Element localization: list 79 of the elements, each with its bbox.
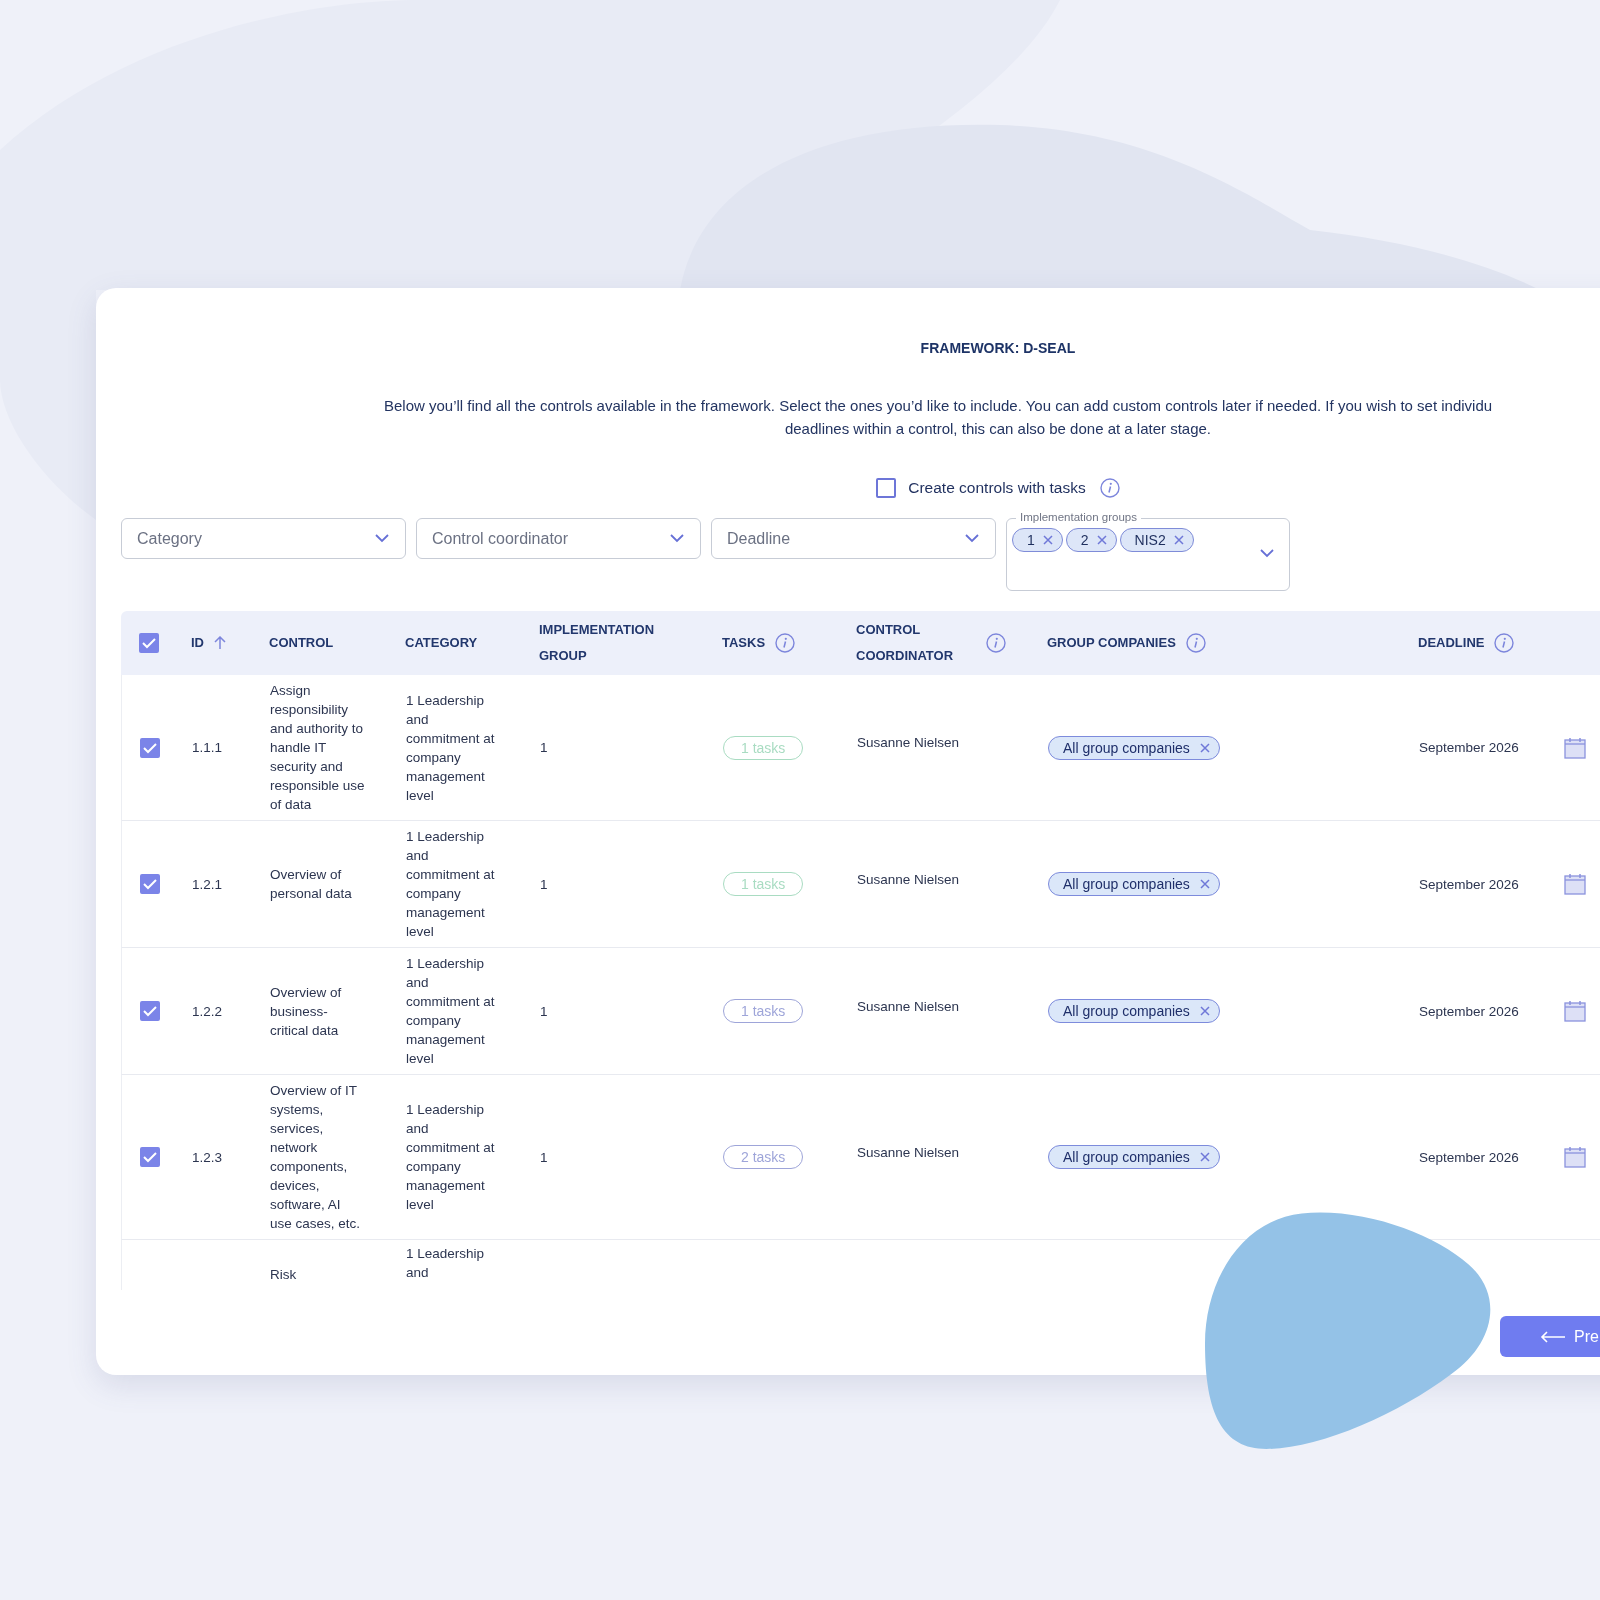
dropdown-field[interactable]: Deadline: [711, 518, 996, 559]
column-header[interactable]: TASKS: [722, 630, 766, 656]
field-label: Implementation groups: [1016, 510, 1141, 524]
table-cell-text: 1 Leadership and commitment at company management level: [406, 691, 496, 805]
table-cell-text: 1 Leadership and commitment at company management level: [406, 1101, 496, 1214]
calendar-icon[interactable]: [1564, 1146, 1586, 1168]
table-cell-text: 1 Leadership and: [406, 1245, 486, 1282]
table-cell-text: Susanne Nielsen: [857, 1143, 960, 1162]
filter-chip[interactable]: NIS2: [1119, 528, 1194, 552]
checkbox-label: Create controls with tasks: [908, 479, 1086, 497]
checkbox[interactable]: [140, 1001, 160, 1021]
calendar-icon[interactable]: [1564, 1000, 1586, 1022]
table-cell-text: September 2026: [1419, 875, 1519, 894]
previous-button[interactable]: Pre: [1500, 1316, 1600, 1357]
close-icon[interactable]: [1042, 535, 1053, 545]
column-header[interactable]: DEADLINE: [1418, 630, 1485, 656]
checkbox[interactable]: [140, 1147, 160, 1167]
column-header[interactable]: CONTROL COORDINATOR: [856, 617, 976, 669]
table-cell-text: 1: [540, 1002, 548, 1021]
table-cell-text: Susanne Nielsen: [857, 734, 960, 752]
info-icon[interactable]: [1494, 633, 1515, 653]
multiselect-field[interactable]: Implementation groups 1 2 NIS2: [1006, 509, 1290, 591]
table-cell-text: Susanne Nielsen: [857, 870, 960, 889]
chevron-down-icon: [965, 534, 979, 543]
description-text: deadlines within a control, this can also be done at a later stage.: [784, 419, 1212, 439]
dropdown-field[interactable]: Control coordinator: [416, 518, 701, 559]
table-cell-text: 1.2.2: [192, 1002, 223, 1021]
table-cell-text: Susanne Nielsen: [857, 997, 960, 1016]
table-cell-text: September 2026: [1419, 1148, 1519, 1167]
table-cell-text: 1 Leadership and commitment at company management level: [406, 828, 496, 941]
calendar-icon[interactable]: [1564, 736, 1586, 759]
close-icon[interactable]: [1199, 879, 1210, 889]
table-cell-text: Overview of personal data: [270, 866, 353, 903]
description-text: Below you’ll find all the controls available in the framework. Select the ones you’d like to include. You can add custom controls later if needed. If you wish to set individu: [384, 396, 1493, 416]
checkbox[interactable]: [139, 633, 159, 653]
table-cell-text: 1 Leadership and commitment at company management level: [406, 955, 496, 1068]
table-cell-text: 1: [540, 875, 548, 894]
column-header[interactable]: CONTROL: [269, 630, 334, 656]
column-header[interactable]: CATEGORY: [405, 630, 478, 656]
column-header[interactable]: IMPLEMENTATION GROUP: [539, 617, 659, 669]
table-cell-text: Overview of IT systems, services, network components, devices, software, AI use cases, etc.: [270, 1082, 362, 1233]
checkbox[interactable]: [140, 737, 160, 758]
checkbox[interactable]: [876, 478, 897, 498]
column-header[interactable]: ID: [191, 630, 204, 656]
close-icon[interactable]: [1173, 535, 1184, 545]
table-cell-text: Overview of business-critical data: [270, 983, 343, 1040]
filter-chip[interactable]: 2: [1065, 528, 1117, 552]
dialog-title: FRAMEWORK: D-SEAL: [920, 340, 1076, 356]
table-cell-text: 1: [540, 1148, 548, 1167]
chevron-down-icon: [1260, 549, 1274, 558]
company-chip[interactable]: All group companies: [1048, 1145, 1220, 1169]
close-icon[interactable]: [1199, 1152, 1210, 1162]
info-icon[interactable]: [986, 633, 1006, 653]
arrow-left-icon: [1540, 1330, 1566, 1343]
filter-chip[interactable]: 1: [1012, 528, 1063, 552]
column-header[interactable]: GROUP COMPANIES: [1047, 630, 1176, 656]
dropdown-field[interactable]: Category: [121, 518, 406, 559]
table-cell-text: Risk: [270, 1266, 297, 1284]
company-chip[interactable]: All group companies: [1048, 735, 1220, 760]
table-cell-text: 1: [540, 739, 548, 757]
company-chip[interactable]: All group companies: [1048, 999, 1220, 1023]
table-cell-text: 1.2.1: [192, 875, 223, 894]
table-cell-text: September 2026: [1419, 1002, 1519, 1021]
chevron-down-icon: [670, 534, 684, 543]
table-cell-text: 1.2.3: [192, 1148, 223, 1167]
sort-arrow-up-icon[interactable]: [214, 636, 226, 650]
chevron-down-icon: [375, 534, 389, 543]
calendar-icon[interactable]: [1564, 873, 1586, 895]
company-chip[interactable]: All group companies: [1048, 872, 1220, 896]
info-icon[interactable]: [1099, 478, 1120, 498]
info-icon[interactable]: [1185, 633, 1206, 653]
close-icon[interactable]: [1096, 535, 1107, 545]
table-cell-text: 1.1.1: [192, 739, 223, 757]
info-icon[interactable]: [775, 633, 796, 653]
checkbox[interactable]: [140, 874, 160, 894]
close-icon[interactable]: [1199, 1006, 1210, 1016]
table-cell-text: September 2026: [1419, 739, 1519, 757]
close-icon[interactable]: [1199, 742, 1210, 753]
table-cell-text: Assign responsibility and authority to handle IT security and responsible use of data: [270, 682, 366, 814]
